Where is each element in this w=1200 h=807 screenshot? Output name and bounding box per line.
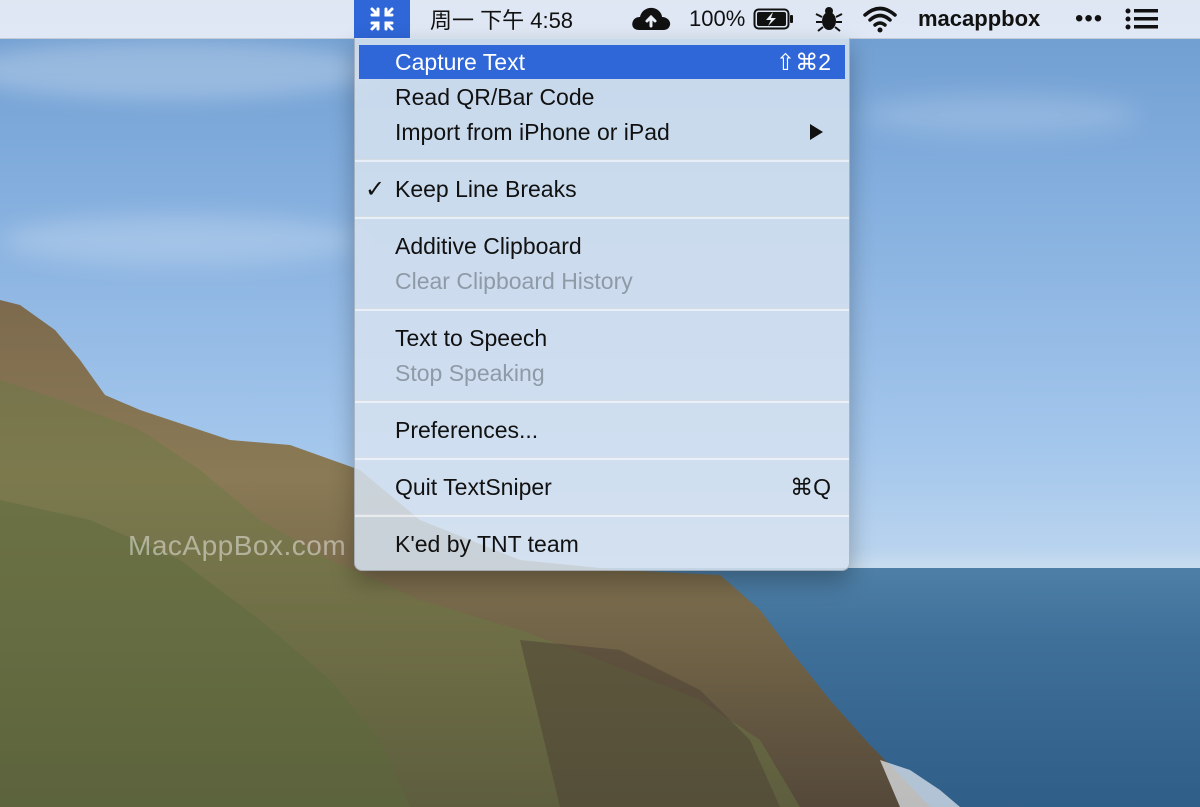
menu-item-keep-line-breaks[interactable]: ✓ Keep Line Breaks — [359, 172, 845, 206]
menu-item-label: Capture Text — [395, 48, 525, 75]
watermark: MacAppBox.com — [128, 530, 347, 561]
user-name[interactable]: macappbox — [918, 0, 1040, 38]
menu-separator — [355, 159, 849, 162]
menu-separator — [355, 514, 849, 517]
menu-item-label: Clear Clipboard History — [395, 267, 633, 294]
battery-charging-icon[interactable] — [753, 0, 795, 38]
menu-item-additive-clipboard[interactable]: Additive Clipboard — [359, 229, 845, 263]
menu-separator — [355, 457, 849, 460]
menu-item-import-from-iphone[interactable]: Import from iPhone or iPad — [359, 115, 845, 149]
menu-item-quit[interactable]: Quit TextSniper ⌘Q — [359, 470, 845, 504]
clock[interactable]: 周一 下午 4:58 — [430, 0, 573, 38]
wifi-icon[interactable] — [862, 0, 898, 38]
submenu-arrow-icon — [810, 124, 823, 140]
menu-item-label: K'ed by TNT team — [395, 530, 579, 557]
menu-item-label: Additive Clipboard — [395, 232, 582, 259]
menu-separator — [355, 216, 849, 219]
menu-separator — [355, 308, 849, 311]
menu-item-stop-speaking: Stop Speaking — [359, 356, 845, 390]
menu-item-read-qr-code[interactable]: Read QR/Bar Code — [359, 80, 845, 114]
menu-item-capture-text[interactable]: Capture Text ⇧⌘2 — [359, 45, 845, 79]
menu-item-credits[interactable]: K'ed by TNT team — [359, 527, 845, 561]
more-icon[interactable]: ••• — [1075, 0, 1103, 38]
shortcut-label: ⌘Q — [790, 473, 831, 500]
textsniper-icon — [370, 7, 394, 31]
list-icon[interactable] — [1124, 0, 1160, 38]
menu-item-label: Keep Line Breaks — [395, 175, 577, 202]
menu-item-label: Text to Speech — [395, 324, 548, 351]
menu-bar: 周一 下午 4:58 100% macappbox ••• — [0, 0, 1200, 39]
menu-item-label: Import from iPhone or iPad — [395, 118, 670, 145]
menu-item-label: Stop Speaking — [395, 359, 545, 386]
menu-item-label: Preferences... — [395, 416, 539, 443]
menu-item-label: Read QR/Bar Code — [395, 83, 595, 110]
bug-icon[interactable] — [814, 0, 844, 38]
checkmark-icon: ✓ — [365, 175, 386, 203]
menu-item-label: Quit TextSniper — [395, 473, 552, 500]
icloud-icon[interactable] — [629, 0, 673, 38]
menu-separator — [355, 400, 849, 403]
shortcut-label: ⇧⌘2 — [775, 48, 831, 75]
menu-item-preferences[interactable]: Preferences... — [359, 413, 845, 447]
menu-item-clear-clipboard-history: Clear Clipboard History — [359, 264, 845, 298]
battery-percentage[interactable]: 100% — [689, 0, 745, 38]
textsniper-menu-extra[interactable] — [354, 0, 410, 38]
menu-item-text-to-speech[interactable]: Text to Speech — [359, 321, 845, 355]
textsniper-dropdown-menu: Capture Text ⇧⌘2 Read QR/Bar Code Import… — [354, 38, 850, 571]
